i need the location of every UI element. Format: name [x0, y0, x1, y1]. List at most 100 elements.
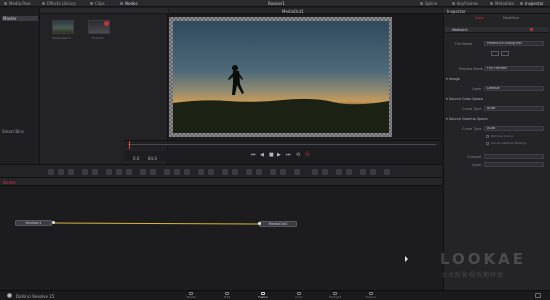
playhead[interactable]: [129, 141, 130, 149]
watermark-subtitle: 大众脸影视后期特效: [441, 272, 505, 279]
sunset-runner-image: [173, 21, 389, 133]
ruler-track: [128, 144, 436, 145]
viewer-image[interactable]: [173, 21, 389, 133]
davinci-logo-icon: [7, 293, 12, 298]
metadata-button[interactable]: Metadata: [490, 1, 514, 6]
stop-icon[interactable]: ■: [269, 153, 274, 158]
nodes-button[interactable]: Nodes: [120, 1, 138, 6]
node-editor[interactable]: MediaIn1 MediaOut1: [0, 186, 442, 290]
gamma-curve-type-select[interactable]: Auto: [484, 126, 544, 131]
layer-2-select[interactable]: [484, 162, 544, 167]
timecode-start: 0.0: [133, 156, 140, 161]
page-deliver-button[interactable]: Deliver: [364, 292, 378, 300]
viewer-timeline-ruler[interactable]: [124, 140, 440, 149]
shape3d-tool-icon[interactable]: [294, 169, 300, 175]
source-color-space-section[interactable]: ▾ Source Color Space: [446, 97, 483, 101]
tool-icon-g[interactable]: [384, 169, 390, 175]
bin-list: Master Smart Bins: [0, 8, 40, 178]
tracker-tool-icon[interactable]: [222, 169, 228, 175]
checkbox-icon: [486, 134, 489, 138]
page-edit-button[interactable]: Edit: [220, 292, 234, 300]
polygon-tool-icon[interactable]: [116, 169, 122, 175]
renderer-tool-icon[interactable]: [270, 169, 276, 175]
rectangle-tool-icon[interactable]: [150, 169, 156, 175]
tool-icon-e[interactable]: [360, 169, 366, 175]
source-gamma-space-section[interactable]: ▾ Source Gamma Space: [446, 117, 488, 121]
background-tool-icon[interactable]: [48, 169, 54, 175]
node-mediain1[interactable]: MediaIn1: [15, 220, 52, 226]
spline-icon: [420, 2, 423, 5]
node-input-port[interactable]: [258, 222, 261, 225]
bin-master[interactable]: Master: [2, 16, 38, 21]
bin-smart-bins[interactable]: Smart Bins: [2, 129, 24, 134]
tool-icon-b[interactable]: [322, 169, 328, 175]
paint-tool-icon[interactable]: [58, 169, 64, 175]
tool-icon-c[interactable]: [336, 169, 342, 175]
ellipse-tool-icon[interactable]: [140, 169, 146, 175]
clip-trim-icon[interactable]: [491, 51, 499, 56]
global-trim-icon[interactable]: [501, 51, 509, 56]
go-to-start-icon[interactable]: ⏮: [251, 153, 256, 158]
node-name-row[interactable]: MediaIn1: [445, 27, 548, 33]
loop-icon[interactable]: ⟲: [296, 153, 300, 158]
text-tool-icon[interactable]: [68, 169, 74, 175]
watermark: LOOKAE: [440, 250, 527, 268]
play-icon[interactable]: ▶: [277, 153, 281, 158]
fusion-clip-badge-icon: [104, 21, 109, 26]
tool-icon-a[interactable]: [312, 169, 318, 175]
process-mode-select[interactable]: Full Frames: [484, 66, 544, 71]
tab-modifiers[interactable]: Modifiers: [503, 16, 519, 20]
loader-tool-icon[interactable]: [92, 169, 98, 175]
image-section[interactable]: ▾ Image: [446, 77, 460, 81]
page-fusion-button[interactable]: Fusion: [256, 292, 270, 300]
node-connections: [53, 222, 260, 225]
metadata-icon: [490, 2, 493, 5]
keyframes-button[interactable]: Keyframes: [452, 1, 478, 6]
page-navigation-bar: DaVinci Resolve 15 Media Edit Fusion Col…: [0, 290, 550, 300]
fusion-clip-thumbnail[interactable]: [88, 20, 110, 34]
pre-divide-checkbox[interactable]: Pre-Divide/Post-Multiply: [486, 141, 527, 145]
color-corrector-tool-icon[interactable]: [174, 169, 180, 175]
spline-button[interactable]: Spline: [420, 1, 437, 6]
channel-select[interactable]: [484, 154, 544, 159]
clips-button[interactable]: Clips: [90, 1, 105, 6]
shape-tool-icon[interactable]: [198, 169, 204, 175]
effects-library-button[interactable]: Effects Library: [42, 1, 76, 6]
page-color-button[interactable]: Color: [292, 292, 306, 300]
particles-tool-icon[interactable]: [106, 169, 112, 175]
merge-tool-icon[interactable]: [82, 169, 88, 175]
viewer-title-bar: MediaOut1: [169, 8, 442, 14]
home-icon[interactable]: [535, 293, 541, 298]
transform-tool-icon[interactable]: [184, 169, 190, 175]
timecode-end: 84.0: [148, 156, 157, 161]
page-fairlight-button[interactable]: Fairlight: [328, 292, 342, 300]
tool-icon-f[interactable]: [370, 169, 376, 175]
go-to-end-icon[interactable]: ⏭: [286, 153, 291, 158]
tab-tools[interactable]: Tools: [475, 16, 484, 20]
file-name-field[interactable]: Pexels-KV-fullpg.mp: [484, 41, 544, 46]
record-icon[interactable]: ⦿: [305, 153, 310, 158]
node-enabled-icon[interactable]: [530, 28, 533, 31]
tools-toolbar: [0, 164, 442, 178]
tool-icon-d[interactable]: [346, 169, 352, 175]
blur-tool-icon[interactable]: [164, 169, 170, 175]
step-back-icon[interactable]: ◀: [260, 153, 264, 158]
remove-curve-checkbox[interactable]: Remove Curve: [486, 134, 513, 138]
light-tool-icon[interactable]: [256, 169, 262, 175]
curve-type-select[interactable]: Auto: [484, 106, 544, 111]
page-media-button[interactable]: Media: [184, 292, 198, 300]
mask-tool-icon[interactable]: [208, 169, 214, 175]
clips-icon: [90, 2, 93, 5]
inspector-button[interactable]: Inspector: [520, 1, 544, 6]
node-mediaout1[interactable]: MediaOut1: [259, 221, 297, 227]
media-pool-button[interactable]: Media Pool: [4, 1, 31, 6]
layer-select[interactable]: Default: [484, 86, 544, 91]
clip-thumbnail[interactable]: [52, 20, 74, 34]
fusion-clip-label: Fusion1: [92, 36, 104, 40]
camera-tool-icon[interactable]: [246, 169, 252, 175]
merge3d-tool-icon[interactable]: [280, 169, 286, 175]
mouse-cursor-icon: [405, 256, 408, 262]
bspline-tool-icon[interactable]: [126, 169, 132, 175]
node-output-port[interactable]: [52, 221, 55, 224]
planar-tool-icon[interactable]: [232, 169, 238, 175]
